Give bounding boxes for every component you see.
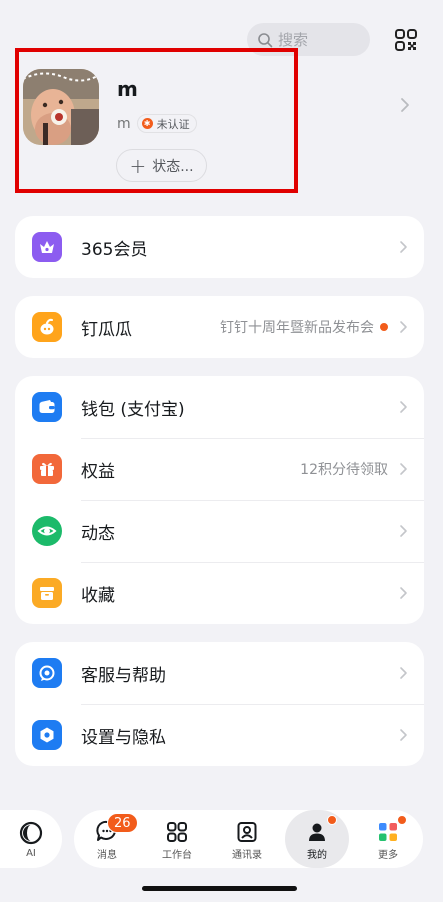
chevron-right-icon (400, 321, 407, 333)
messages-unread-badge: 26 (107, 813, 138, 833)
menu-label-favorites: 收藏 (81, 585, 115, 606)
search-placeholder: 搜索 (278, 31, 309, 49)
new-dot-indicator (380, 323, 388, 331)
dinggua-promo-text: 钉钉十周年暨新品发布会 (220, 320, 374, 336)
profile-chevron-right-icon[interactable] (400, 97, 410, 113)
tab-mine[interactable]: 我的 (285, 810, 349, 868)
benefits-points: 12积分待领取 (300, 462, 388, 478)
more-apps-icon (377, 817, 399, 843)
gift-icon (32, 454, 62, 484)
tab-contacts[interactable]: 通讯录 (215, 810, 279, 868)
menu-label-settings: 设置与隐私 (81, 727, 166, 748)
grid-apps-icon (166, 817, 188, 843)
mine-notification-dot (327, 815, 337, 825)
tab-label-workbench: 工作台 (162, 850, 192, 861)
help-settings-card: 客服与帮助 设置与隐私 (15, 642, 424, 766)
menu-label-wallet: 钱包 (支付宝) (81, 399, 185, 420)
chevron-right-icon (400, 667, 407, 679)
chevron-right-icon (400, 463, 407, 475)
crown-icon (32, 232, 62, 262)
contacts-icon (236, 817, 258, 843)
wallet-icon (32, 392, 62, 422)
ai-tab-container: AI (0, 810, 62, 868)
favorites-box-icon (32, 578, 62, 608)
moments-eye-icon (32, 516, 62, 546)
tab-label-messages: 消息 (97, 850, 117, 861)
menu-item-support[interactable]: 客服与帮助 (15, 642, 424, 704)
menu-label-dinggua: 钉瓜瓜 (81, 319, 132, 340)
menu-item-settings[interactable]: 设置与隐私 (15, 704, 424, 766)
chevron-right-icon (400, 587, 407, 599)
menu-item-wallet[interactable]: 钱包 (支付宝) (15, 376, 424, 438)
tab-label-more: 更多 (378, 850, 398, 861)
chevron-right-icon (400, 401, 407, 413)
menu-item-vip[interactable]: 365会员 (15, 216, 424, 278)
tab-label-contacts: 通讯录 (232, 850, 262, 861)
ai-icon (19, 819, 43, 845)
tab-more[interactable]: 更多 (356, 810, 420, 868)
menu-item-dinggua[interactable]: 钉瓜瓜 钉钉十周年暨新品发布会 (15, 296, 424, 358)
qr-code-icon[interactable] (394, 28, 418, 52)
menu-label-vip: 365会员 (81, 239, 148, 260)
menu-item-favorites[interactable]: 收藏 (15, 562, 424, 624)
chevron-right-icon (400, 525, 407, 537)
vip-card: 365会员 (15, 216, 424, 278)
menu-item-moments[interactable]: 动态 (15, 500, 424, 562)
chevron-right-icon (400, 729, 407, 741)
chevron-right-icon (400, 241, 407, 253)
menu-label-benefits: 权益 (81, 461, 115, 482)
tab-label-mine: 我的 (307, 850, 327, 861)
gear-icon (32, 720, 62, 750)
profile-highlight-box (15, 48, 298, 193)
headset-icon (32, 658, 62, 688)
tab-workbench[interactable]: 工作台 (145, 810, 209, 868)
menu-label-moments: 动态 (81, 523, 115, 544)
home-indicator (142, 886, 297, 891)
more-notification-dot (397, 815, 407, 825)
dinggua-icon (32, 312, 62, 342)
search-icon (258, 32, 273, 47)
tab-ai[interactable]: AI (0, 810, 62, 868)
dinggua-promo: 钉钉十周年暨新品发布会 (220, 317, 388, 337)
services-card: 钱包 (支付宝) 权益 12积分待领取 动态 收藏 (15, 376, 424, 624)
menu-label-support: 客服与帮助 (81, 665, 166, 686)
person-icon (306, 817, 328, 843)
menu-item-benefits[interactable]: 权益 12积分待领取 (15, 438, 424, 500)
dinggua-card: 钉瓜瓜 钉钉十周年暨新品发布会 (15, 296, 424, 358)
tab-label-ai: AI (26, 848, 36, 859)
